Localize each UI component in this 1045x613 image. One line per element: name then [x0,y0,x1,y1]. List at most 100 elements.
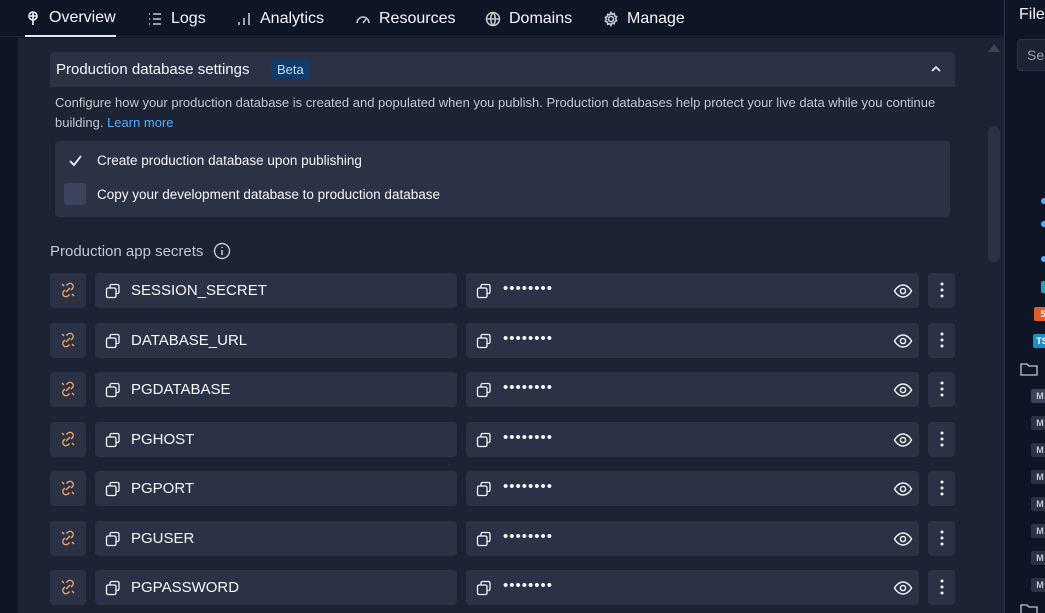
ts-file-icon[interactable]: TS [1033,334,1045,348]
database-settings-title: Production database settings [56,61,250,78]
folder-icon[interactable] [1020,603,1038,613]
secret-link-button[interactable] [50,372,86,407]
secret-link-button[interactable] [50,520,86,556]
copy-icon[interactable] [105,382,121,398]
secret-value-field[interactable]: •••••••• [466,421,919,457]
eye-icon[interactable] [893,479,913,499]
secret-key: DATABASE_URL [131,331,248,349]
markdown-file-icon[interactable]: M [1031,578,1045,592]
copy-icon[interactable] [476,580,492,596]
more-vertical-icon [940,282,944,298]
folder-icon[interactable] [1020,362,1038,376]
secret-key: PGUSER [131,529,195,547]
unlink-icon [61,579,75,595]
secrets-title: Production app secrets [50,242,204,260]
copy-icon[interactable] [476,333,492,349]
secret-menu-button[interactable] [928,471,955,506]
secret-menu-button[interactable] [928,372,955,407]
secret-value-masked: •••••••• [503,527,554,545]
html-file-icon[interactable]: 5 [1034,307,1045,321]
secret-link-button[interactable] [50,421,86,457]
secret-menu-button[interactable] [928,421,955,457]
secret-link-button[interactable] [50,322,86,358]
copy-icon[interactable] [476,382,492,398]
secret-key-field[interactable]: DATABASE_URL [95,322,457,358]
secret-value-field[interactable]: •••••••• [466,471,919,506]
markdown-file-icon[interactable]: M [1031,551,1045,565]
eye-icon[interactable] [893,331,913,351]
markdown-file-icon[interactable]: M [1031,443,1045,457]
secret-value-field[interactable]: •••••••• [466,322,919,358]
learn-more-link[interactable]: Learn more [107,115,173,130]
eye-icon[interactable] [893,578,913,598]
eye-icon[interactable] [893,380,913,400]
info-icon[interactable] [213,242,231,260]
file-tree-marker-icon [1041,256,1045,262]
bar-chart-icon [238,12,250,25]
secret-menu-button[interactable] [928,273,955,308]
tab-logs[interactable]: Logs [147,0,206,37]
copy-icon[interactable] [476,481,492,497]
database-settings-body: Configure how your production database i… [50,87,955,230]
secret-value-masked: •••••••• [503,280,554,297]
tab-manage[interactable]: Manage [603,0,685,37]
scrollbar-thumb[interactable] [988,126,1000,262]
checkbox-checked[interactable] [64,149,86,171]
option-copy-database[interactable]: Copy your development database to produc… [64,182,440,206]
markdown-file-icon[interactable]: M [1031,389,1045,403]
tab-label: Manage [627,9,685,27]
file-search-input[interactable]: Search [1017,39,1045,71]
pin-icon [28,10,38,25]
tab-overview[interactable]: Overview [25,0,116,37]
secret-value-field[interactable]: •••••••• [466,273,919,308]
markdown-file-icon[interactable]: M [1031,416,1045,430]
unlink-icon [61,282,75,298]
copy-icon[interactable] [105,333,121,349]
secret-key-field[interactable]: SESSION_SECRET [95,273,457,308]
tab-analytics[interactable]: Analytics [236,0,324,37]
secret-menu-button[interactable] [928,570,955,605]
tab-domains[interactable]: Domains [485,0,572,37]
secret-key: PGHOST [131,430,195,448]
eye-icon[interactable] [893,529,913,549]
chevron-up-icon[interactable] [929,62,943,76]
copy-icon[interactable] [105,432,121,448]
checkbox-unchecked[interactable] [64,183,86,205]
secret-menu-button[interactable] [928,322,955,358]
secret-key: PGPORT [131,480,195,497]
copy-icon[interactable] [105,531,121,547]
option-create-database[interactable]: Create production database upon publishi… [64,148,362,172]
secret-key-field[interactable]: PGPASSWORD [95,570,457,605]
files-panel: Files Search 5 TS M M M M M M M M [1005,0,1045,613]
database-settings-header[interactable]: Production database settings Beta [50,52,955,87]
markdown-file-icon[interactable]: M [1031,524,1045,538]
copy-icon[interactable] [105,580,121,596]
secret-link-button[interactable] [50,273,86,308]
secret-row: PGHOST •••••••• [50,421,955,457]
secret-key-field[interactable]: PGPORT [95,471,457,506]
markdown-file-icon[interactable]: M [1031,497,1045,511]
copy-icon[interactable] [476,283,492,299]
secret-link-button[interactable] [50,471,86,506]
scrollbar-track[interactable] [986,38,1004,613]
file-tree-marker-icon [1041,221,1045,227]
secret-link-button[interactable] [50,570,86,605]
option-label: Copy your development database to produc… [97,186,440,202]
secret-key-field[interactable]: PGHOST [95,421,457,457]
eye-icon[interactable] [893,281,913,301]
file-tree-marker-icon [1041,198,1045,204]
secret-value-field[interactable]: •••••••• [466,520,919,556]
copy-icon[interactable] [105,283,121,299]
eye-icon[interactable] [893,430,913,450]
secret-key-field[interactable]: PGUSER [95,520,457,556]
secret-value-field[interactable]: •••••••• [466,570,919,605]
secret-menu-button[interactable] [928,520,955,556]
secret-value-field[interactable]: •••••••• [466,372,919,407]
copy-icon[interactable] [476,432,492,448]
copy-icon[interactable] [105,481,121,497]
copy-icon[interactable] [476,531,492,547]
markdown-file-icon[interactable]: M [1031,470,1045,484]
tab-resources[interactable]: Resources [355,0,455,37]
secret-key-field[interactable]: PGDATABASE [95,372,457,407]
scroll-up-arrow-icon[interactable] [987,42,1001,54]
